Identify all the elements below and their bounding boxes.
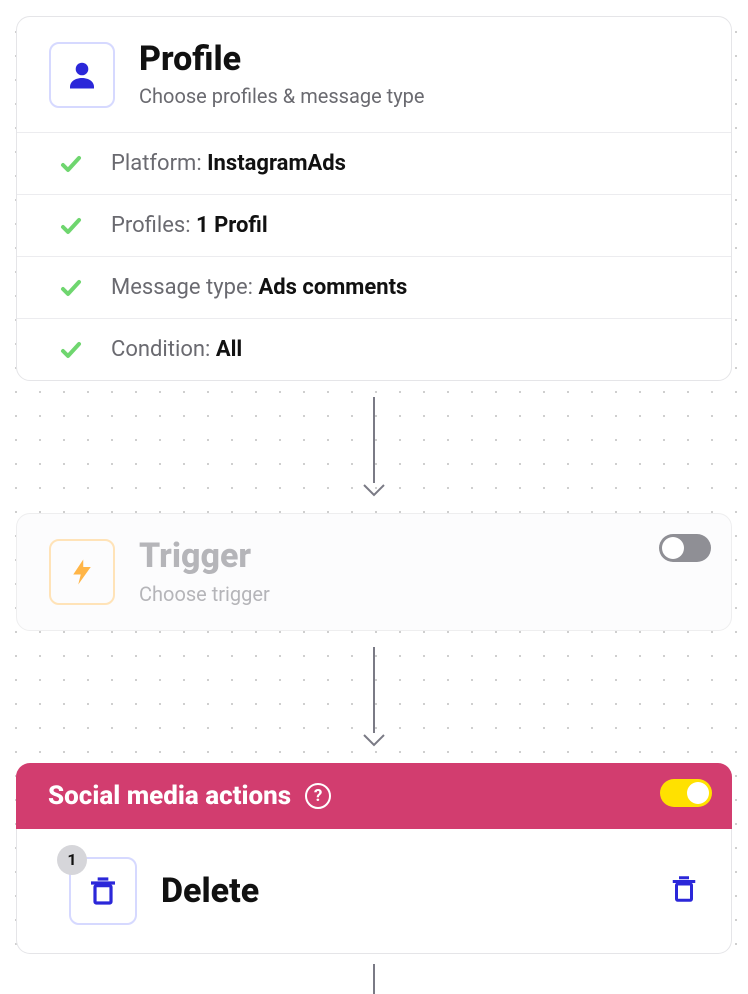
profile-icon-box [49, 42, 115, 108]
social-actions-title: Social media actions [48, 781, 291, 811]
trigger-card[interactable]: Trigger Choose trigger [16, 513, 732, 630]
row-label: Condition: [111, 337, 216, 362]
row-label: Profiles: [111, 213, 196, 238]
trigger-card-header: Trigger Choose trigger [17, 514, 731, 629]
help-icon[interactable]: ? [305, 783, 331, 809]
row-text: Platform: InstagramAds [111, 151, 346, 176]
check-icon [59, 276, 83, 300]
trigger-subtitle: Choose trigger [139, 582, 270, 606]
row-value: 1 Profil [196, 213, 268, 238]
flow-arrow [0, 397, 748, 497]
action-count-badge: 1 [57, 845, 87, 875]
profile-card[interactable]: Profile Choose profiles & message type P… [16, 16, 732, 381]
row-text: Condition: All [111, 337, 242, 362]
trash-icon [87, 873, 119, 909]
row-label: Platform: [111, 151, 207, 176]
row-text: Profiles: 1 Profil [111, 213, 268, 238]
profile-title: Profile [139, 41, 425, 78]
toggle-knob [687, 782, 709, 804]
profile-row-condition: Condition: All [17, 318, 731, 380]
flow-arrow [0, 964, 748, 984]
trash-icon [669, 872, 699, 906]
social-actions-toggle[interactable] [660, 779, 712, 807]
row-value: InstagramAds [207, 151, 346, 176]
person-icon [64, 57, 100, 93]
social-actions-body: 1 Delete [16, 829, 732, 954]
chevron-down-icon [362, 733, 386, 747]
trigger-icon-box [49, 539, 115, 605]
check-icon [59, 214, 83, 238]
trigger-title: Trigger [139, 538, 270, 575]
check-icon [59, 152, 83, 176]
profile-row-platform: Platform: InstagramAds [17, 132, 731, 194]
check-icon [59, 338, 83, 362]
trigger-toggle[interactable] [659, 534, 711, 562]
row-value: Ads comments [258, 275, 407, 300]
flow-arrow [0, 647, 748, 747]
social-actions-card[interactable]: Social media actions ? 1 Delete [16, 763, 732, 954]
row-label: Message type: [111, 275, 258, 300]
chevron-down-icon [362, 483, 386, 497]
profile-row-message-type: Message type: Ads comments [17, 256, 731, 318]
delete-action-button[interactable] [669, 872, 699, 910]
toggle-knob [662, 537, 684, 559]
profile-subtitle: Choose profiles & message type [139, 84, 425, 108]
row-text: Message type: Ads comments [111, 275, 407, 300]
action-icon-box: 1 [69, 857, 137, 925]
bolt-icon [67, 554, 97, 590]
social-actions-header: Social media actions ? [16, 763, 732, 829]
action-label: Delete [161, 871, 259, 911]
profile-card-header: Profile Choose profiles & message type [17, 17, 731, 132]
profile-row-profiles: Profiles: 1 Profil [17, 194, 731, 256]
row-value: All [216, 337, 242, 362]
